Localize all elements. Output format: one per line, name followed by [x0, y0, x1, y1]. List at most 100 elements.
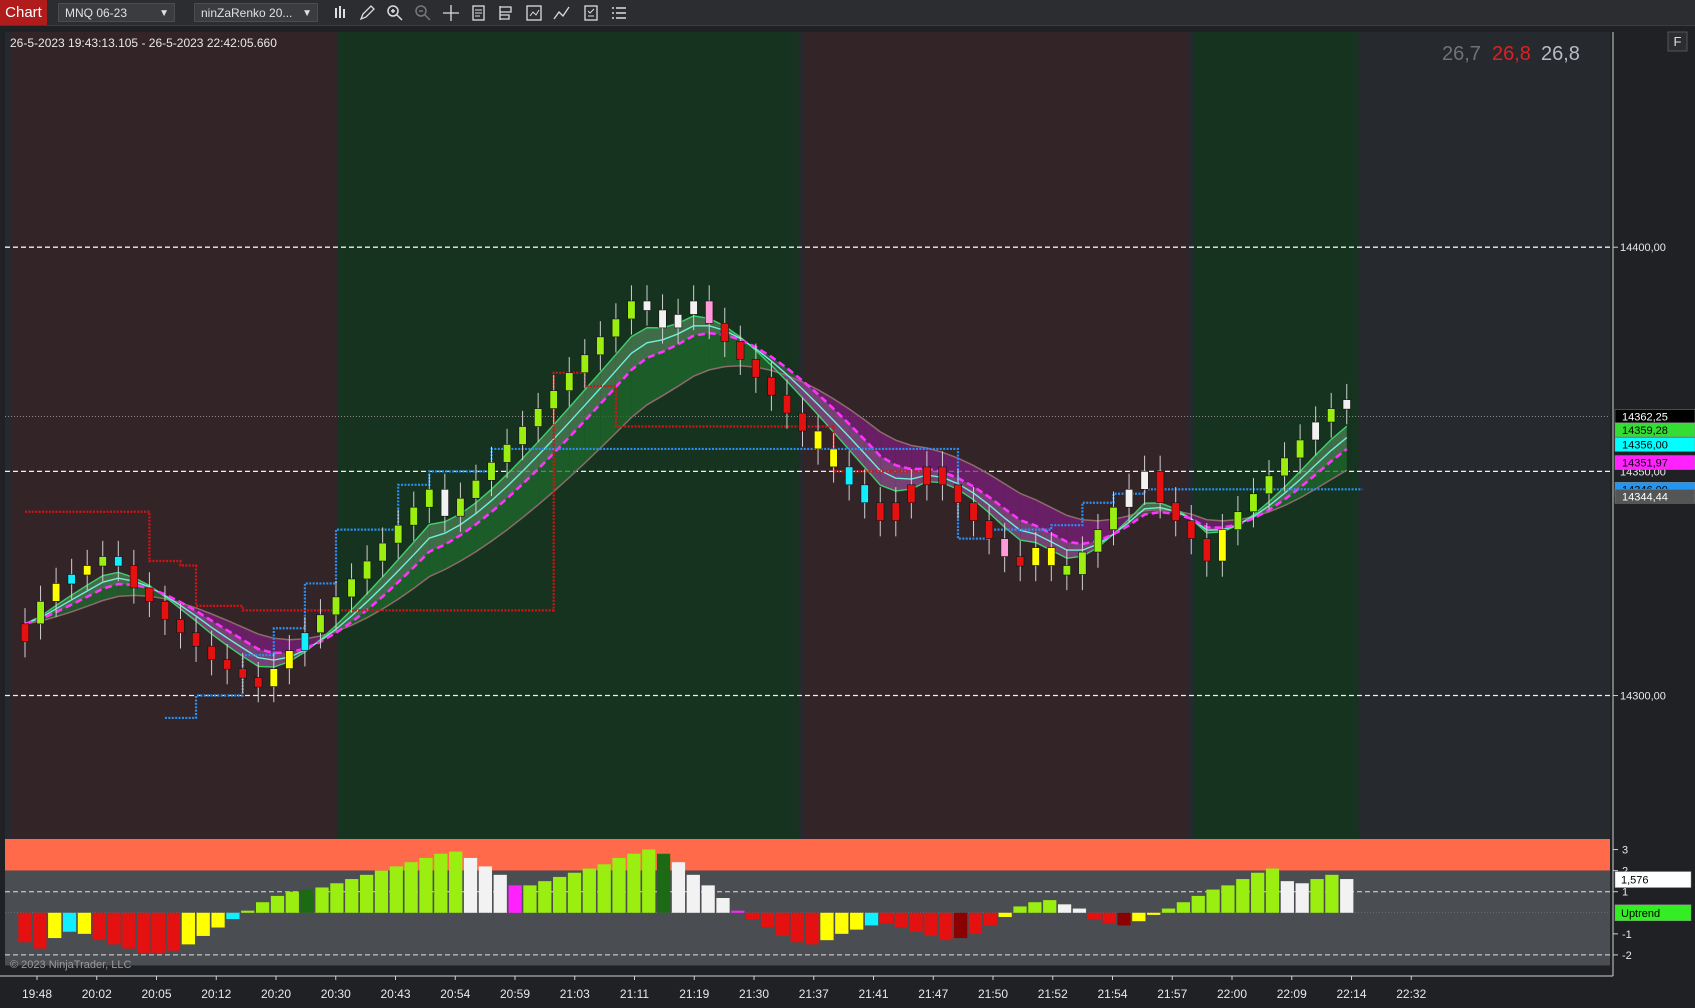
bar-type-label: ninZaRenko 20...: [201, 6, 293, 20]
strategy-icon[interactable]: [525, 4, 543, 22]
time-tick-label: 21:37: [799, 987, 829, 1001]
candle-body: [425, 488, 434, 508]
oscillator-bar: [18, 912, 32, 943]
time-tick-label: 20:59: [500, 987, 530, 1001]
oscillator-bar: [746, 912, 760, 920]
oscillator-bar: [924, 912, 938, 936]
candle-body: [845, 466, 854, 486]
oscillator-bar: [805, 912, 819, 945]
oscillator-bar: [582, 868, 596, 913]
oscillator-bar: [998, 912, 1012, 917]
candle-body: [705, 300, 714, 324]
candle-body: [534, 408, 543, 427]
oscillator-bar: [181, 912, 195, 945]
zoom-out-icon[interactable]: [414, 4, 432, 22]
candle-body: [767, 376, 776, 396]
candle-body: [176, 619, 185, 634]
oscillator-bar: [33, 912, 47, 949]
oscillator-bar: [597, 864, 611, 913]
chart-tab[interactable]: Chart: [0, 0, 47, 25]
oscillator-bar: [1251, 872, 1265, 913]
oscillator-bar: [166, 912, 181, 951]
candle-body: [829, 448, 838, 468]
data-box-icon[interactable]: [497, 4, 515, 22]
oscillator-bar: [77, 912, 92, 934]
price-tick-label: 14400,00: [1620, 242, 1666, 254]
oscillator-bar: [330, 883, 344, 913]
f-button[interactable]: F: [1667, 31, 1688, 52]
time-tick-label: 20:43: [380, 987, 410, 1001]
time-tick-label: 21:03: [560, 987, 590, 1001]
time-tick-label: 21:11: [620, 987, 649, 1001]
oscillator-bar: [567, 872, 582, 913]
oscillator-bar: [1340, 879, 1354, 913]
oscillator-bar: [642, 849, 656, 913]
chart-area[interactable]: 14400,0014300,0014350,0014362,2514359,28…: [0, 26, 1695, 1008]
candle-body: [378, 542, 387, 562]
candle-body: [238, 668, 247, 679]
price-flag-label: 14344,44: [1622, 491, 1668, 503]
candle-body: [145, 587, 154, 602]
oscillator-bar: [270, 895, 285, 913]
crosshair-icon[interactable]: [442, 4, 460, 22]
candle-body: [409, 506, 418, 526]
candle-body: [1000, 538, 1009, 557]
oscillator-bar: [1325, 874, 1339, 913]
oscillator-bar: [137, 912, 151, 953]
oscillator-bar: [1161, 908, 1176, 913]
template-icon[interactable]: [582, 4, 600, 22]
properties-icon[interactable]: [470, 4, 488, 22]
time-tick-label: 20:02: [82, 987, 112, 1001]
oscillator-bar: [315, 887, 329, 913]
instrument-selector[interactable]: MNQ 06-23 ▼: [58, 3, 175, 22]
time-tick-label: 20:20: [261, 987, 291, 1001]
time-tick-label: 21:52: [1038, 987, 1068, 1001]
oscillator-bar: [1013, 906, 1027, 913]
oscillator-bar: [152, 912, 166, 953]
oscillator-bar: [196, 912, 210, 936]
indicator-icon[interactable]: [553, 4, 571, 22]
oscillator-bar: [820, 912, 834, 941]
oscillator-tick-label: 3: [1622, 845, 1628, 857]
oscillator-bar: [62, 912, 77, 932]
oscillator-bar: [1072, 908, 1087, 913]
candle-body: [580, 354, 589, 374]
candle-body: [938, 466, 947, 486]
oscillator-bar: [701, 885, 715, 913]
list-icon[interactable]: [610, 4, 628, 22]
oscillator-bar: [493, 874, 507, 913]
candle-body: [798, 412, 807, 432]
draw-pencil-icon[interactable]: [358, 4, 376, 22]
candle-body: [114, 556, 123, 567]
zoom-in-icon[interactable]: [386, 4, 404, 22]
candle-body: [549, 390, 558, 409]
oscillator-bar: [1147, 912, 1161, 915]
trend-zone-up: [1193, 32, 1359, 839]
candle-body: [813, 430, 823, 450]
candle-body: [689, 300, 698, 315]
candle-body: [627, 300, 636, 320]
candle-body: [192, 632, 201, 647]
candle-body: [83, 565, 92, 576]
bar-type-selector[interactable]: ninZaRenko 20... ▼: [194, 3, 318, 22]
candle-body: [1218, 529, 1227, 562]
candle-body: [1156, 471, 1165, 504]
oscillator-bar: [1176, 902, 1191, 913]
candle-body: [953, 484, 963, 504]
oscillator-bar: [449, 851, 463, 913]
candle-body: [487, 462, 496, 481]
oscillator-bar: [211, 912, 225, 928]
copyright-label: © 2023 NinjaTrader, LLC: [10, 959, 131, 971]
oscillator-bar: [716, 898, 730, 913]
candle-body: [611, 318, 620, 338]
candle-body: [394, 524, 403, 544]
bar-style-icon[interactable]: [332, 4, 350, 22]
time-tick-label: 21:50: [978, 987, 1008, 1001]
candle-body: [129, 565, 138, 589]
candle-body: [658, 309, 667, 329]
time-tick-label: 21:41: [858, 987, 888, 1001]
candle-body: [331, 596, 341, 616]
candle-body: [1311, 421, 1320, 441]
oscillator-bar: [345, 879, 359, 913]
candle-body: [1016, 556, 1025, 567]
